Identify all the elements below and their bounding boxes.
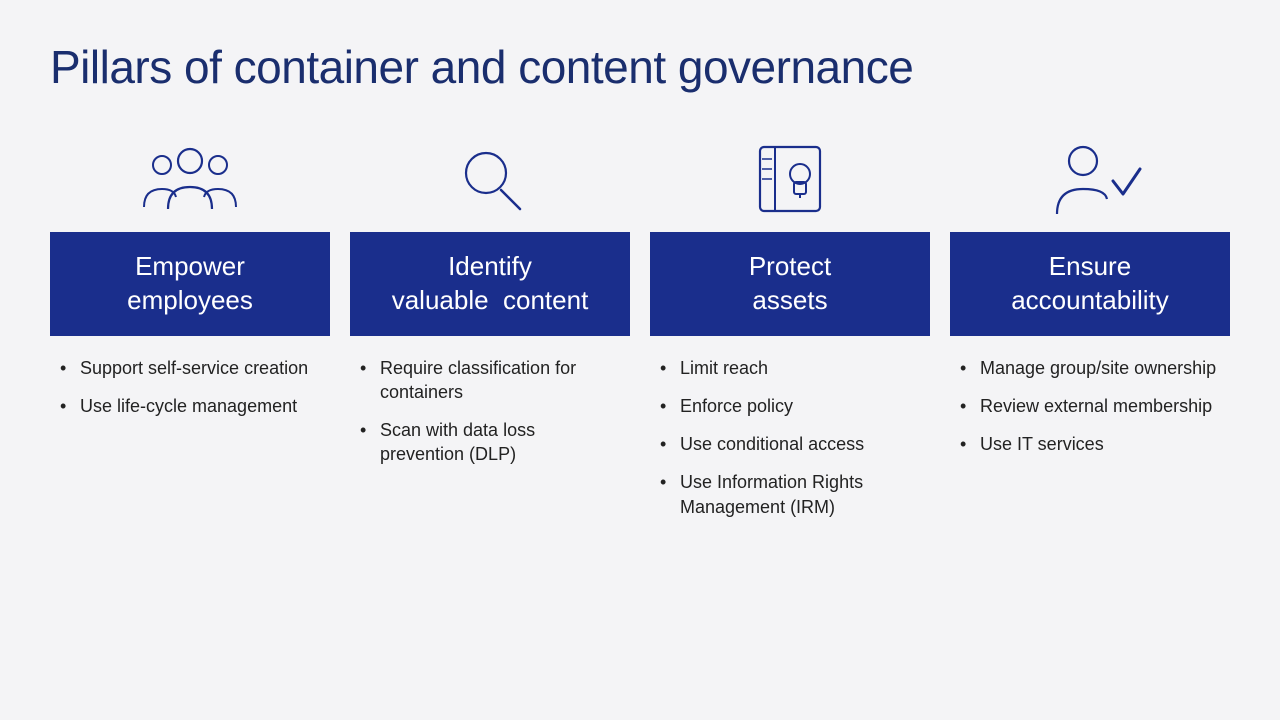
page-title: Pillars of container and content governa… <box>50 40 1230 94</box>
pillar-protect-header: Protectassets <box>650 232 930 336</box>
pillar-identify-list: Require classification for containers Sc… <box>350 336 630 481</box>
pillar-ensure-label: Ensureaccountability <box>1011 250 1169 318</box>
pillar-empower-label: Empoweremployees <box>127 250 253 318</box>
pillar-empower-list: Support self-service creation Use life-c… <box>50 336 330 433</box>
pillar-ensure-header: Ensureaccountability <box>950 232 1230 336</box>
list-item: Enforce policy <box>660 394 920 418</box>
list-item: Support self-service creation <box>60 356 320 380</box>
list-item: Use conditional access <box>660 432 920 456</box>
pillar-ensure-list: Manage group/site ownership Review exter… <box>950 336 1230 471</box>
list-item: Use Information Rights Management (IRM) <box>660 470 920 519</box>
pillar-empower: Empoweremployees Support self-service cr… <box>50 134 330 432</box>
list-item: Use IT services <box>960 432 1220 456</box>
pillar-identify-label: Identifyvaluable content <box>392 250 589 318</box>
pillar-identify: Identifyvaluable content Require classif… <box>350 134 630 481</box>
list-item: Limit reach <box>660 356 920 380</box>
list-item: Scan with data loss prevention (DLP) <box>360 418 620 467</box>
pillar-protect-label: Protectassets <box>749 250 831 318</box>
pillar-ensure: Ensureaccountability Manage group/site o… <box>950 134 1230 470</box>
pillar-identify-header: Identifyvaluable content <box>350 232 630 336</box>
person-check-icon <box>950 134 1230 224</box>
list-item: Require classification for containers <box>360 356 620 405</box>
list-item: Manage group/site ownership <box>960 356 1220 380</box>
page: Pillars of container and content governa… <box>0 0 1280 720</box>
shield-document-icon <box>650 134 930 224</box>
group-people-icon <box>50 134 330 224</box>
pillars-container: Empoweremployees Support self-service cr… <box>50 134 1230 533</box>
search-icon <box>350 134 630 224</box>
pillar-protect: Protectassets Limit reach Enforce policy… <box>650 134 930 533</box>
pillar-empower-header: Empoweremployees <box>50 232 330 336</box>
pillar-protect-list: Limit reach Enforce policy Use condition… <box>650 336 930 533</box>
list-item: Review external membership <box>960 394 1220 418</box>
list-item: Use life-cycle management <box>60 394 320 418</box>
